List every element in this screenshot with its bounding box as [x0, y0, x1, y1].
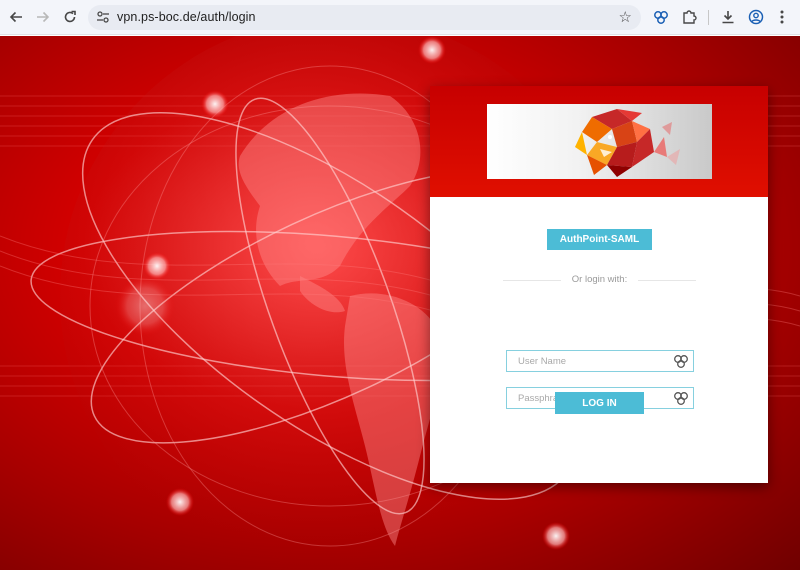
divider-line-right [638, 280, 696, 281]
puzzle-icon[interactable] [679, 7, 699, 27]
brand-logo [487, 104, 712, 179]
download-icon[interactable] [718, 7, 738, 27]
password-manager-icon[interactable] [673, 390, 689, 406]
site-settings-icon[interactable] [96, 10, 110, 24]
login-page-background: AuthPoint-SAML Or login with: LOG IN [0, 36, 800, 570]
reload-icon[interactable] [60, 7, 80, 27]
username-field[interactable] [506, 350, 694, 372]
url-text[interactable]: vpn.ps-boc.de/auth/login [117, 10, 256, 24]
lion-logo-icon [575, 109, 680, 177]
login-card: AuthPoint-SAML Or login with: LOG IN [430, 86, 768, 483]
forward-arrow-icon[interactable] [33, 7, 53, 27]
authpoint-saml-button[interactable]: AuthPoint-SAML [547, 229, 652, 250]
extension-icon[interactable] [651, 7, 671, 27]
or-login-with-divider: Or login with: [503, 274, 696, 286]
password-manager-icon[interactable] [673, 353, 689, 369]
login-card-header [430, 86, 768, 197]
toolbar-separator [708, 10, 709, 25]
address-bar[interactable]: vpn.ps-boc.de/auth/login ☆ [88, 5, 641, 30]
browser-toolbar: vpn.ps-boc.de/auth/login ☆ [0, 0, 800, 35]
login-button[interactable]: LOG IN [555, 392, 644, 414]
back-arrow-icon[interactable] [6, 7, 26, 27]
profile-icon[interactable] [746, 7, 766, 27]
bookmark-star-icon[interactable]: ☆ [619, 8, 632, 26]
menu-dots-icon[interactable] [772, 7, 792, 27]
username-input[interactable] [507, 351, 667, 371]
